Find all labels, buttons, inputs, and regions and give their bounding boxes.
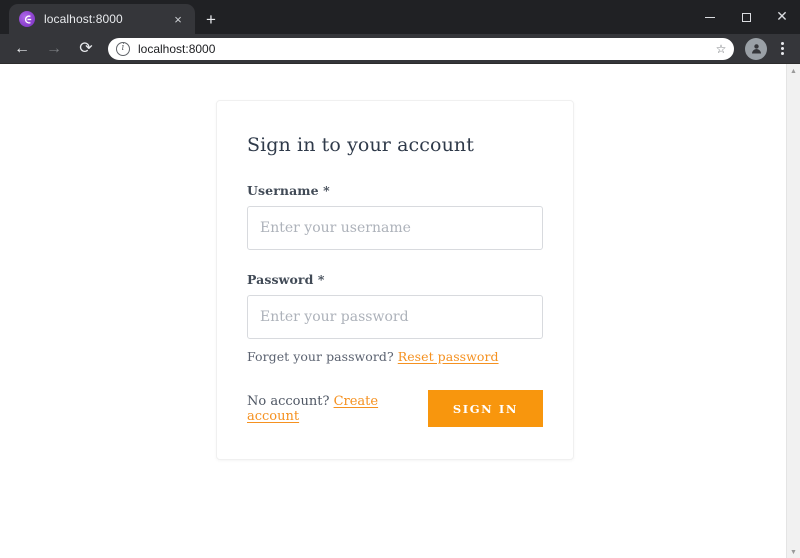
username-input[interactable] bbox=[247, 206, 543, 250]
new-tab-button[interactable]: + bbox=[200, 8, 222, 30]
browser-window: localhost:8000 × + ✕ ← → ⟳ i localhost:8… bbox=[0, 0, 800, 558]
login-card: Sign in to your account Username * Passw… bbox=[216, 100, 574, 460]
browser-menu-icon[interactable] bbox=[772, 38, 792, 60]
page-viewport: Sign in to your account Username * Passw… bbox=[0, 63, 800, 558]
minimize-button[interactable] bbox=[692, 0, 728, 34]
page-content: Sign in to your account Username * Passw… bbox=[0, 64, 786, 558]
no-account-text-group: No account? Create account bbox=[247, 394, 428, 424]
profile-avatar-icon[interactable] bbox=[745, 37, 767, 60]
page-scrollbar[interactable]: ▲ ▼ bbox=[786, 64, 800, 558]
password-label: Password * bbox=[247, 272, 325, 287]
window-controls: ✕ bbox=[692, 0, 800, 34]
username-field-group: Username * bbox=[247, 183, 543, 250]
address-bar[interactable]: i localhost:8000 ☆ bbox=[108, 37, 734, 60]
sign-in-button[interactable]: SIGN IN bbox=[427, 390, 543, 427]
forgot-password-row: Forget your password? Reset password bbox=[247, 349, 543, 364]
forgot-password-text: Forget your password? bbox=[247, 349, 394, 364]
signin-action-row: No account? Create account SIGN IN bbox=[247, 390, 543, 427]
reload-icon[interactable]: ⟳ bbox=[72, 35, 100, 63]
close-icon[interactable]: × bbox=[169, 10, 187, 28]
gradio-logo-favicon bbox=[19, 11, 35, 27]
back-icon[interactable]: ← bbox=[8, 35, 36, 63]
bookmark-star-icon[interactable]: ☆ bbox=[712, 40, 730, 58]
scroll-up-icon[interactable]: ▲ bbox=[787, 64, 800, 78]
password-field-group: Password * bbox=[247, 272, 543, 339]
close-window-button[interactable]: ✕ bbox=[764, 0, 800, 34]
browser-toolbar: ← → ⟳ i localhost:8000 ☆ bbox=[0, 34, 800, 63]
tab-title: localhost:8000 bbox=[44, 12, 123, 26]
site-info-icon[interactable]: i bbox=[116, 41, 130, 56]
address-bar-url[interactable]: localhost:8000 bbox=[138, 42, 712, 56]
toolbar-right-actions bbox=[740, 37, 800, 60]
maximize-button[interactable] bbox=[728, 0, 764, 34]
scroll-down-icon[interactable]: ▼ bbox=[787, 545, 800, 558]
username-label: Username * bbox=[247, 183, 330, 198]
browser-tab-localhost[interactable]: localhost:8000 × bbox=[9, 4, 195, 34]
forward-icon[interactable]: → bbox=[40, 35, 68, 63]
password-input[interactable] bbox=[247, 295, 543, 339]
reset-password-link[interactable]: Reset password bbox=[398, 349, 499, 364]
page-title: Sign in to your account bbox=[247, 134, 474, 156]
tab-strip: localhost:8000 × + ✕ bbox=[0, 0, 800, 34]
no-account-text: No account? bbox=[247, 393, 330, 409]
